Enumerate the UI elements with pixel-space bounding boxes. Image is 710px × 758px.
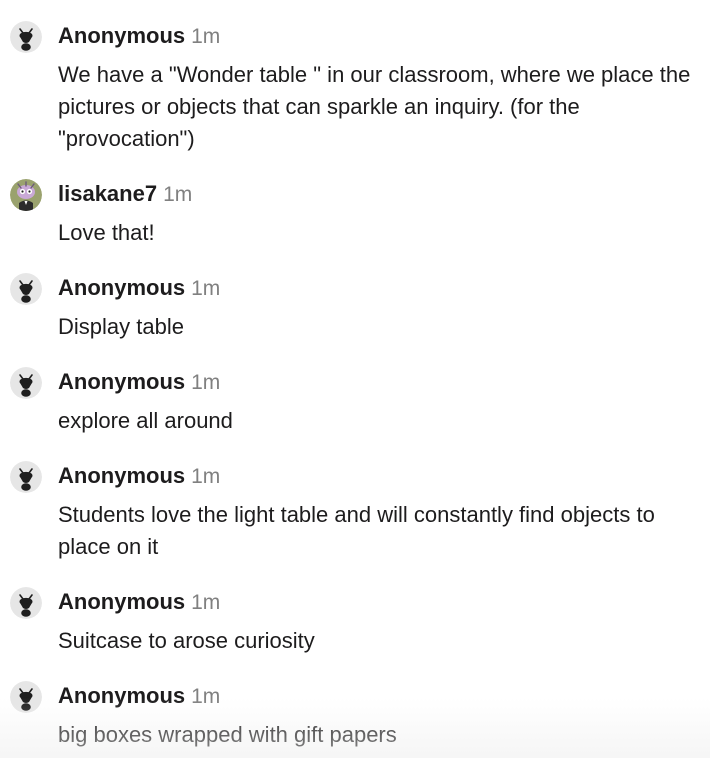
- author-name[interactable]: Anonymous: [58, 683, 185, 708]
- message-timestamp: 1m: [163, 183, 193, 206]
- message-header: Anonymous 1m: [58, 273, 220, 303]
- message-header: Anonymous 1m: [58, 587, 220, 617]
- message-text: Suitcase to arose curiosity: [58, 628, 315, 653]
- author-name[interactable]: Anonymous: [58, 369, 185, 394]
- chat-feed: Anonymous 1m We have a "Wonder table " in…: [0, 0, 710, 758]
- user-avatar[interactable]: [10, 179, 42, 211]
- message-text: Students love the light table and will c…: [58, 502, 655, 559]
- message-text: explore all around: [58, 408, 233, 433]
- message-text: Love that!: [58, 220, 155, 245]
- message-timestamp: 1m: [191, 465, 221, 488]
- message-timestamp: 1m: [191, 591, 221, 614]
- author-name[interactable]: lisakane7: [58, 181, 157, 206]
- message-timestamp: 1m: [191, 277, 221, 300]
- message-header: Anonymous 1m: [58, 461, 220, 491]
- message-header: Anonymous 1m: [58, 681, 220, 711]
- message-timestamp: 1m: [191, 371, 221, 394]
- author-name[interactable]: Anonymous: [58, 589, 185, 614]
- message-text: Display table: [58, 314, 184, 339]
- anonymous-ant-icon[interactable]: [10, 367, 42, 399]
- message-header: lisakane7 1m: [58, 179, 192, 209]
- author-name[interactable]: Anonymous: [58, 463, 185, 488]
- message-text: We have a "Wonder table " in our classro…: [58, 62, 691, 151]
- author-name[interactable]: Anonymous: [58, 23, 185, 48]
- anonymous-ant-icon[interactable]: [10, 273, 42, 305]
- message-header: Anonymous 1m: [58, 367, 220, 397]
- message-timestamp: 1m: [191, 685, 221, 708]
- message-header: Anonymous 1m: [58, 21, 220, 51]
- anonymous-ant-icon[interactable]: [10, 461, 42, 493]
- message-timestamp: 1m: [191, 25, 221, 48]
- anonymous-ant-icon[interactable]: [10, 21, 42, 53]
- anonymous-ant-icon[interactable]: [10, 587, 42, 619]
- message-text: big boxes wrapped with gift papers: [58, 722, 397, 747]
- author-name[interactable]: Anonymous: [58, 275, 185, 300]
- anonymous-ant-icon[interactable]: [10, 681, 42, 713]
